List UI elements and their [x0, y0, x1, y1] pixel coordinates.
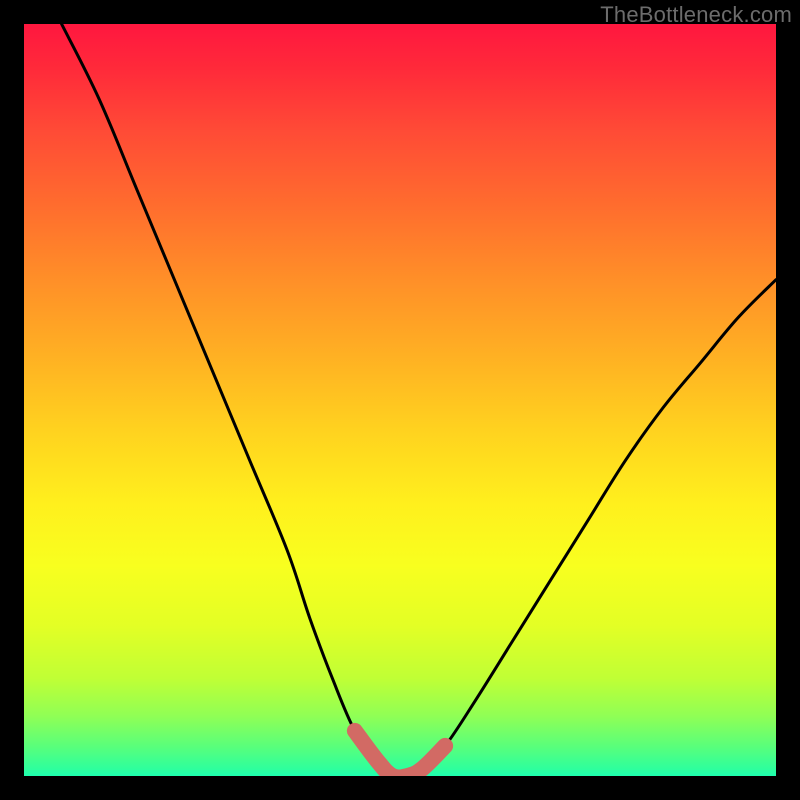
plot-area [24, 24, 776, 776]
bottleneck-curve [24, 24, 776, 776]
chart-frame: TheBottleneck.com [0, 0, 800, 800]
